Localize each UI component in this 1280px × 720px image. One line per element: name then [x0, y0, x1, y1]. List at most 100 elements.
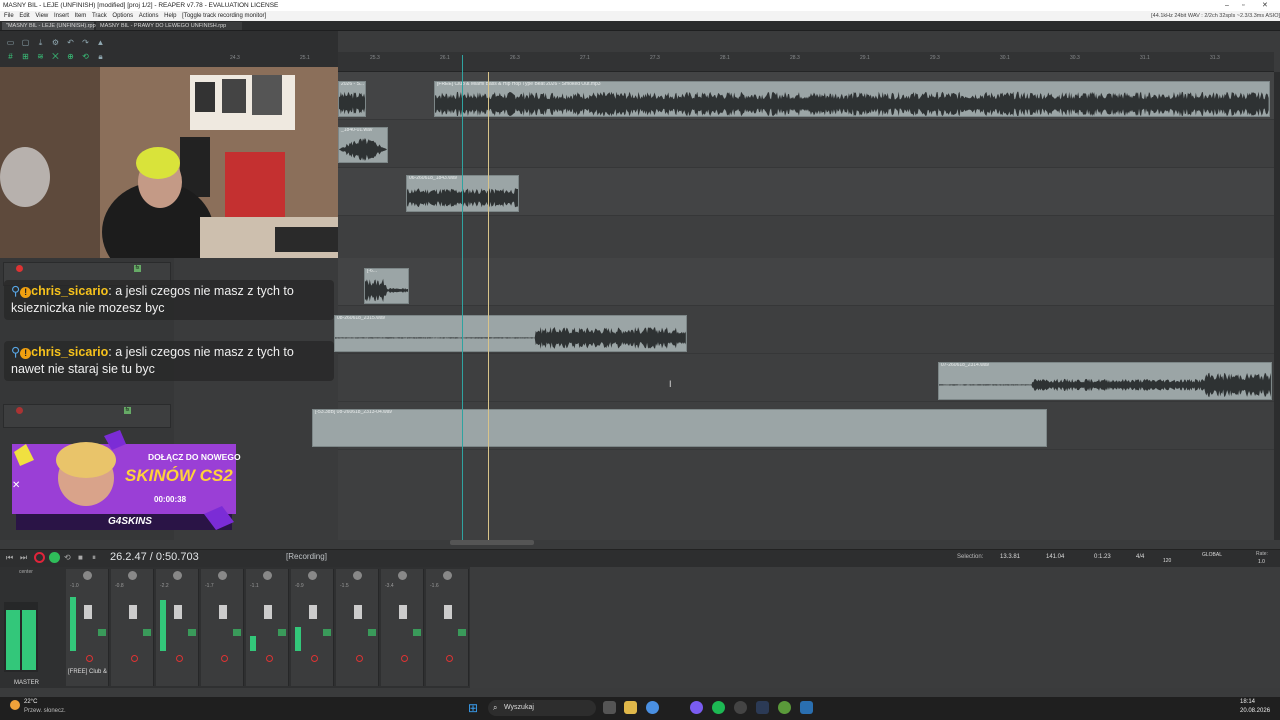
rec-arm-button[interactable]	[266, 655, 273, 662]
menu-insert[interactable]: Insert	[54, 13, 69, 19]
rec-arm-button[interactable]	[311, 655, 318, 662]
stop-icon[interactable]: ■	[78, 553, 83, 562]
media-item-vocal-3[interactable]: [-6...	[364, 268, 409, 304]
pan-knob[interactable]	[353, 571, 362, 580]
mixer-strip[interactable]: -2.2	[156, 569, 199, 686]
selection-start[interactable]: 13.3.81	[1000, 554, 1020, 560]
fader-handle[interactable]	[84, 605, 92, 619]
record-button[interactable]	[34, 552, 45, 563]
fx-button[interactable]	[278, 629, 286, 636]
pan-knob[interactable]	[443, 571, 452, 580]
rec-arm-button[interactable]	[356, 655, 363, 662]
rec-arm-button[interactable]	[221, 655, 228, 662]
close-button[interactable]: ✕	[1262, 0, 1268, 11]
media-item-vocal-5[interactable]: 07-260618_2314.wav	[938, 362, 1272, 400]
timeline-ruler[interactable]: 24.3 25.1 25.3 26.1 26.3 27.1 27.3 28.1 …	[230, 52, 1274, 72]
fx-button[interactable]	[143, 629, 151, 636]
maximize-button[interactable]: ▫	[1242, 0, 1244, 11]
undo-icon[interactable]: ↶	[66, 38, 75, 47]
project-tab-2[interactable]: MASNY BIL - PRAWY DO LEWEGO UNFINISH.rpp	[96, 22, 242, 30]
go-start-icon[interactable]: ⏮	[6, 553, 13, 563]
loop-icon[interactable]: ⟲	[64, 553, 71, 562]
redo-icon[interactable]: ↷	[81, 38, 90, 47]
vertical-scrollbar[interactable]	[1274, 72, 1280, 540]
fx-button[interactable]	[413, 629, 421, 636]
metronome-icon[interactable]: ▲	[96, 38, 105, 47]
mixer-strip[interactable]: -1.5	[336, 569, 379, 686]
steam-icon[interactable]	[756, 701, 769, 714]
weather-icon[interactable]	[10, 700, 20, 710]
taskbar-search[interactable]: ⌕ Wyszukaj	[488, 700, 596, 716]
mixer-strip[interactable]: -1.6	[426, 569, 469, 686]
fx-button[interactable]: fx	[134, 265, 141, 272]
go-end-icon[interactable]: ⏭	[20, 553, 27, 563]
fx-button[interactable]	[233, 629, 241, 636]
open-icon[interactable]: ▢	[21, 38, 30, 47]
horizontal-scrollbar[interactable]	[450, 540, 534, 545]
time-signature[interactable]: 4/4	[1136, 554, 1144, 560]
menu-edit[interactable]: Edit	[19, 13, 29, 19]
fader-handle[interactable]	[219, 605, 227, 619]
play-cursor[interactable]	[462, 55, 463, 540]
loop-icon[interactable]: ⟲	[81, 52, 90, 61]
mixer-strip[interactable]: -3.4	[381, 569, 424, 686]
windows-start-icon[interactable]: ⊞	[468, 701, 478, 715]
mixer-strip[interactable]: -0.9	[291, 569, 334, 686]
pan-knob[interactable]	[308, 571, 317, 580]
bpm-value[interactable]: 120	[1163, 558, 1171, 564]
edit-cursor[interactable]	[488, 72, 489, 540]
minimize-button[interactable]: –	[1225, 0, 1229, 11]
media-item-vocal-4[interactable]: 08-260618_2315.wav	[334, 315, 687, 352]
menu-help[interactable]: Help	[164, 13, 176, 19]
task-view-icon[interactable]	[603, 701, 616, 714]
rec-arm-button[interactable]	[401, 655, 408, 662]
chrome-icon[interactable]	[646, 701, 659, 714]
ripple-icon[interactable]: ≋	[36, 52, 45, 61]
track-header[interactable]: fx	[3, 404, 171, 428]
fader-handle[interactable]	[444, 605, 452, 619]
global-label[interactable]: GLOBAL	[1202, 552, 1222, 558]
rec-arm-button[interactable]	[16, 265, 23, 272]
save-icon[interactable]: ⤓	[36, 38, 45, 47]
mixer-strip[interactable]: -0.8	[111, 569, 154, 686]
lock-icon[interactable]: 🔒︎	[96, 52, 105, 61]
fader-handle[interactable]	[354, 605, 362, 619]
play-button[interactable]	[49, 552, 60, 563]
pan-knob[interactable]	[218, 571, 227, 580]
mixer-strip[interactable]: -1.1	[246, 569, 289, 686]
menu-view[interactable]: View	[35, 13, 48, 19]
browser-icon[interactable]	[778, 701, 791, 714]
fx-button[interactable]	[458, 629, 466, 636]
grouping-icon[interactable]: ⊕	[66, 52, 75, 61]
fader-handle[interactable]	[399, 605, 407, 619]
fader-handle[interactable]	[309, 605, 317, 619]
menu-track[interactable]: Track	[92, 13, 107, 19]
selection-length[interactable]: 0:1.23	[1094, 554, 1111, 560]
rec-arm-button[interactable]	[176, 655, 183, 662]
crossfade-icon[interactable]: ⨉	[51, 52, 60, 61]
fx-button[interactable]	[98, 629, 106, 636]
menu-file[interactable]: File	[4, 13, 14, 19]
fader-handle[interactable]	[174, 605, 182, 619]
snap-icon[interactable]: ⊞	[21, 52, 30, 61]
fader-handle[interactable]	[264, 605, 272, 619]
menu-options[interactable]: Options	[112, 13, 133, 19]
settings-icon[interactable]: ⚙	[51, 38, 60, 47]
rate-value[interactable]: 1.0	[1258, 559, 1265, 565]
rec-arm-button[interactable]	[131, 655, 138, 662]
fader-handle[interactable]	[129, 605, 137, 619]
discord-icon[interactable]	[690, 701, 703, 714]
selection-end[interactable]: 141.04	[1046, 554, 1064, 560]
mixer-strip[interactable]: -1.7	[201, 569, 244, 686]
new-project-icon[interactable]: ▭	[6, 38, 15, 47]
pan-knob[interactable]	[83, 571, 92, 580]
rec-arm-button[interactable]	[446, 655, 453, 662]
menu-item[interactable]: Item	[75, 13, 87, 19]
media-item-beat[interactable]: [FREE] Club & Miami Bass & Hip Hop Type …	[434, 81, 1270, 117]
pan-knob[interactable]	[263, 571, 272, 580]
fx-button[interactable]	[368, 629, 376, 636]
pause-icon[interactable]: ⏸	[92, 553, 96, 563]
spotify-icon[interactable]	[712, 701, 725, 714]
rec-arm-button[interactable]	[16, 407, 23, 414]
app-icon[interactable]	[734, 701, 747, 714]
